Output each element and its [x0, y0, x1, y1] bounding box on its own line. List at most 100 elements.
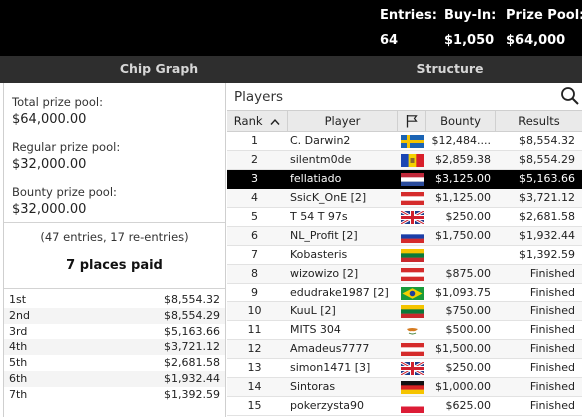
buyin-label: Buy-In: [444, 8, 497, 23]
cyprus-flag-icon [401, 324, 424, 338]
player-row[interactable]: 8 wizowizo [2] $875.00 Finished [227, 264, 582, 284]
payout-place: 6th [9, 371, 28, 385]
bounty-prize-pool: Bounty prize pool: $32,000.00 [12, 185, 117, 217]
player-name: wizowizo [2] [290, 266, 359, 280]
tab-structure[interactable]: Structure [318, 56, 582, 83]
player-result: $3,721.12 [519, 190, 575, 204]
uk-flag-icon [401, 210, 424, 224]
column-results[interactable]: Results [496, 111, 582, 131]
player-result: Finished [529, 342, 575, 356]
payout-row: 6th $1,932.44 [4, 370, 225, 387]
player-row[interactable]: 5 T 54 T 97s $250.00 $2,681.58 [227, 208, 582, 227]
player-bounty: $625.00 [445, 399, 492, 413]
places-paid: 7 places paid [66, 258, 163, 273]
player-name: edudrake1987 [2] [290, 285, 389, 299]
player-rank: 12 [247, 342, 262, 356]
bounty-prize-pool-label: Bounty prize pool: [12, 185, 117, 199]
player-row[interactable]: 7 Kobasteris $1,392.59 [227, 246, 582, 265]
austria-flag-icon [401, 191, 424, 205]
column-country[interactable] [398, 111, 426, 131]
lithuania-flag-icon [401, 305, 424, 319]
player-rank: 6 [251, 228, 258, 242]
player-name: simon1471 [3] [290, 361, 371, 375]
player-rank: 14 [247, 380, 262, 394]
player-rank: 10 [247, 304, 262, 318]
player-result: $5,163.66 [519, 171, 575, 185]
player-row[interactable]: 11 MITS 304 $500.00 Finished [227, 321, 582, 341]
sweden-flag-icon [401, 135, 424, 148]
player-rank: 11 [247, 323, 262, 337]
player-rank: 13 [247, 361, 262, 375]
payout-place: 7th [9, 387, 28, 401]
player-bounty: $750.00 [445, 304, 492, 318]
total-prize-pool-label: Total prize pool: [12, 95, 103, 109]
tab-chip-graph[interactable]: Chip Graph [0, 56, 318, 83]
payout-row: 3rd $5,163.66 [4, 323, 225, 340]
player-bounty: $875.00 [445, 266, 492, 280]
players-table-header: Rank Player Bounty Results [227, 110, 582, 132]
player-bounty: $12,484.... [431, 134, 491, 147]
netherlands-flag-icon [401, 172, 424, 186]
player-name: pokerzysta90 [290, 399, 365, 413]
player-result: Finished [529, 323, 575, 337]
entries-value: 64 [380, 33, 399, 48]
player-name: Amadeus7777 [290, 342, 370, 356]
player-row[interactable]: 3 fellatiado $3,125.00 $5,163.66 [227, 169, 582, 189]
entries-label: Entries: [380, 8, 437, 23]
player-row[interactable]: 2 silentm0de $2,859.38 $8,554.29 [227, 150, 582, 170]
player-bounty: $250.00 [445, 361, 492, 375]
payout-place: 5th [9, 356, 28, 370]
player-result: Finished [529, 304, 575, 318]
regular-prize-pool: Regular prize pool: $32,000.00 [12, 140, 120, 172]
prize-summary-panel: Total prize pool: $64,000.00 Regular pri… [3, 83, 226, 417]
moldova-flag-icon [401, 153, 424, 167]
player-name: KuuL [2] [290, 304, 336, 318]
column-rank[interactable]: Rank [227, 111, 288, 131]
player-name: MITS 304 [290, 323, 341, 337]
bounty-prize-pool-value: $32,000.00 [12, 202, 87, 217]
player-row[interactable]: 15 pokerzysta90 $625.00 Finished [227, 397, 582, 417]
payout-list: 1st $8,554.32 2nd $8,554.29 3rd $5,163.66 4th $… [4, 292, 225, 403]
player-bounty: $2,859.38 [435, 152, 491, 166]
player-result: Finished [529, 285, 575, 299]
payout-place: 4th [9, 340, 28, 354]
player-rank: 8 [251, 266, 258, 280]
player-rank: 7 [251, 247, 258, 261]
payout-amount: $8,554.32 [164, 293, 220, 306]
player-row[interactable]: 1 C. Darwin2 $12,484.... $8,554.32 [227, 132, 582, 151]
player-row[interactable]: 4 SsicK_OnE [2] $1,125.00 $3,721.12 [227, 188, 582, 208]
players-panel: Players Rank Player Bounty Results 1 C. D… [227, 83, 582, 417]
player-row[interactable]: 6 NL_Profit [2] $1,750.00 $1,932.44 [227, 226, 582, 246]
payout-row: 1st $8,554.32 [4, 292, 225, 308]
payout-row: 2nd $8,554.29 [4, 307, 225, 324]
players-header: Players [227, 83, 582, 110]
player-row[interactable]: 12 Amadeus7777 $1,500.00 Finished [227, 340, 582, 360]
player-name: Sintoras [290, 380, 336, 394]
player-row[interactable]: 14 Sintoras $1,000.00 Finished [227, 378, 582, 398]
divider [4, 288, 225, 289]
player-row[interactable]: 13 simon1471 [3] $250.00 Finished [227, 359, 582, 379]
regular-prize-pool-value: $32,000.00 [12, 157, 87, 172]
column-player[interactable]: Player [288, 111, 398, 131]
player-row[interactable]: 9 edudrake1987 [2] $1,093.75 Finished [227, 284, 582, 303]
player-row[interactable]: 10 KuuL [2] $750.00 Finished [227, 302, 582, 322]
buyin-value: $1,050 [444, 33, 495, 48]
germany-flag-icon [401, 381, 424, 395]
player-name: T 54 T 97s [290, 209, 348, 223]
players-title: Players [234, 89, 284, 105]
player-bounty: $1,125.00 [435, 190, 491, 204]
column-bounty[interactable]: Bounty [426, 111, 496, 131]
total-prize-pool-value: $64,000.00 [12, 112, 87, 127]
austria-flag-icon [401, 343, 424, 357]
payout-amount: $8,554.29 [164, 308, 220, 322]
poland-flag-icon [401, 400, 424, 414]
regular-prize-pool-label: Regular prize pool: [12, 140, 121, 154]
player-result: $8,554.29 [519, 152, 575, 166]
player-name: C. Darwin2 [290, 134, 351, 147]
players-table-body: 1 C. Darwin2 $12,484.... $8,554.32 2 silentm0… [227, 132, 582, 417]
player-bounty: $250.00 [445, 209, 492, 223]
player-bounty: $500.00 [445, 323, 492, 337]
player-rank: 15 [247, 399, 262, 413]
search-icon[interactable] [560, 86, 580, 106]
player-name: silentm0de [290, 152, 352, 166]
